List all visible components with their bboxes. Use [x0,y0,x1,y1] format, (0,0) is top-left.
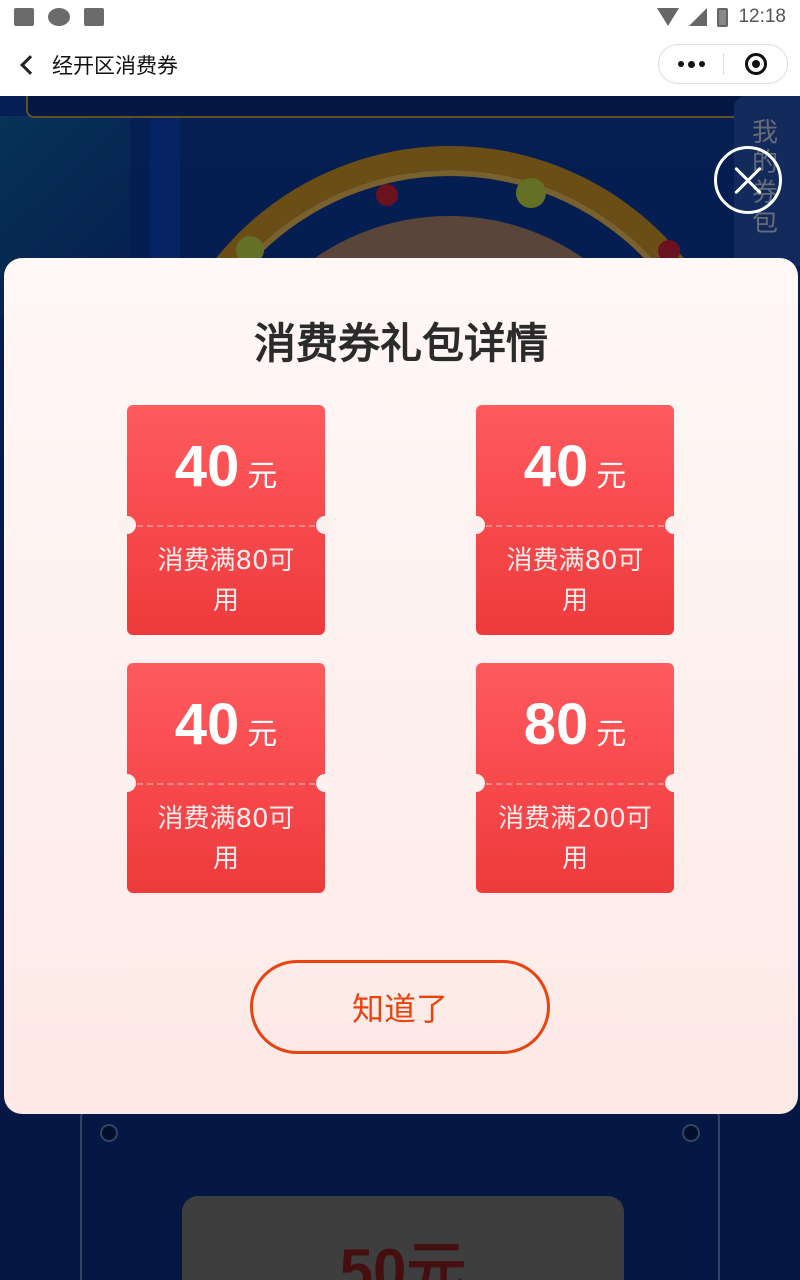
image-icon [14,8,34,26]
ticket-notch [467,774,485,792]
more-button[interactable] [659,45,723,83]
coupon-amount: 40 [523,434,589,499]
perforation [486,525,664,527]
navigation-bar: 经开区消费券 [0,34,800,96]
ticket-notch [118,516,136,534]
ticket-notch [118,774,136,792]
exit-miniprogram-button[interactable] [724,53,787,75]
perforation [137,525,315,527]
perforation [137,783,315,785]
coupon-condition: 消费满80可用 [506,546,644,616]
coupon-unit: 元 [596,717,627,752]
ticket-notch [316,774,334,792]
battery-icon [717,7,729,27]
coupon-card: 40 元 消费满80可用 [118,663,334,893]
miniprogram-capsule [658,44,788,84]
coupon-unit: 元 [247,459,278,494]
got-it-button[interactable]: 知道了 [250,960,550,1054]
wifi-icon [657,8,680,26]
coupon-amount: 40 [174,692,240,757]
coupon-card: 40 元 消费满80可用 [467,405,683,635]
target-icon [744,53,767,75]
dot-icon [698,61,705,67]
ticket-notch [665,516,683,534]
dot-icon [677,61,684,67]
wechat-icon [48,8,70,26]
status-bar: 12:18 [0,0,800,34]
coupon-unit: 元 [247,717,278,752]
perforation [486,783,664,785]
chevron-left-icon [20,55,40,75]
coupon-amount: 80 [523,692,589,757]
coupon-unit: 元 [596,459,627,494]
coupon-amount: 40 [174,434,240,499]
coupon-condition: 消费满80可用 [157,804,295,874]
dot-icon [687,60,695,68]
page-title: 经开区消费券 [52,54,178,78]
ticket-notch [665,774,683,792]
coupon-condition: 消费满200可用 [498,804,652,874]
ticket-notch [316,516,334,534]
dialog-title: 消费券礼包详情 [253,319,548,368]
back-button[interactable] [0,34,52,96]
ticket-notch [467,516,485,534]
coupon-card: 80 元 消费满200可用 [467,663,683,893]
signal-icon [689,8,708,26]
coupon-package-dialog: 消费券礼包详情 40 元 消费满80可用 40 元 消费满80可用 40 元 消费满8… [4,258,798,1114]
coupon-card: 40 元 消费满80可用 [118,405,334,635]
close-icon[interactable] [714,146,782,214]
text-icon [84,8,104,26]
coupon-condition: 消费满80可用 [157,546,295,616]
status-time: 12:18 [738,6,786,27]
